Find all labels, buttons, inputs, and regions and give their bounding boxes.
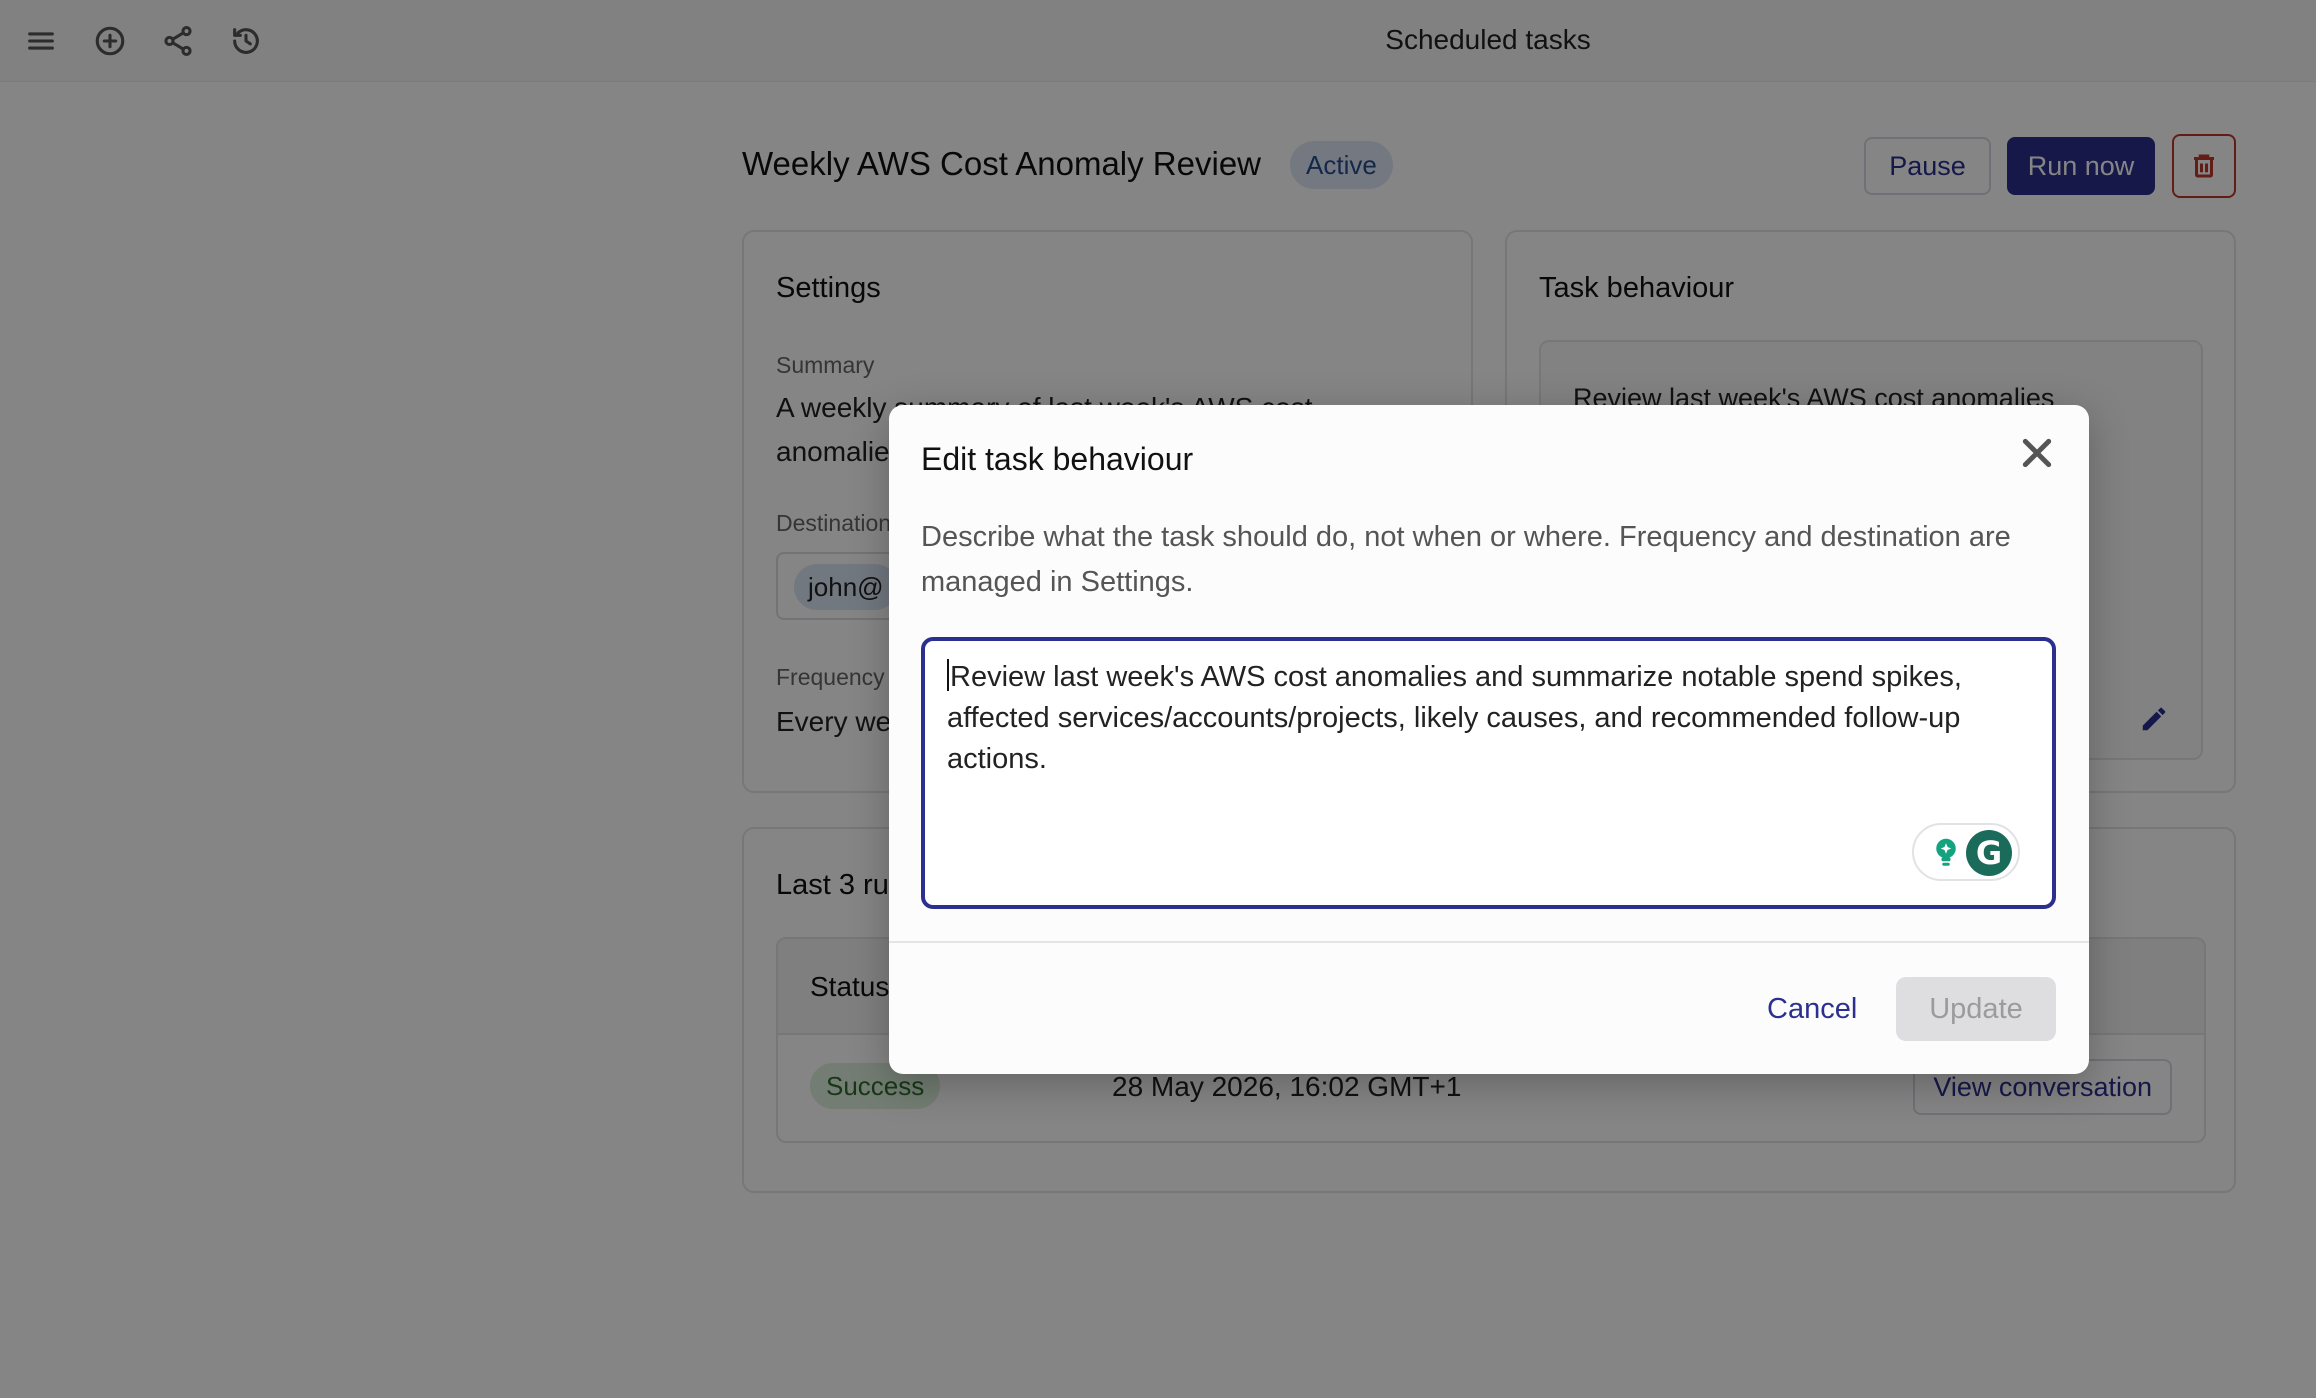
textarea-content: Review last week's AWS cost anomalies an… bbox=[947, 657, 2017, 780]
cancel-button[interactable]: Cancel bbox=[1749, 977, 1875, 1041]
behaviour-textarea[interactable]: Review last week's AWS cost anomalies an… bbox=[921, 637, 2056, 909]
grammarly-icon[interactable]: G bbox=[1966, 830, 2012, 876]
dialog-description: Describe what the task should do, not wh… bbox=[921, 521, 2011, 598]
update-button[interactable]: Update bbox=[1896, 977, 2056, 1041]
text-caret bbox=[947, 659, 949, 691]
dialog-divider bbox=[889, 941, 2089, 943]
app-root: Scheduled tasks Weekly AWS Cost Anomaly … bbox=[0, 0, 2316, 1398]
textarea-value: Review last week's AWS cost anomalies an… bbox=[947, 661, 1962, 775]
close-icon[interactable] bbox=[2017, 433, 2057, 473]
dialog-title: Edit task behaviour bbox=[921, 441, 1194, 477]
lightbulb-icon[interactable] bbox=[1928, 835, 1964, 871]
edit-task-behaviour-dialog: Edit task behaviour Describe what the ta… bbox=[889, 405, 2089, 1074]
grammarly-widget[interactable]: G bbox=[1912, 823, 2020, 881]
